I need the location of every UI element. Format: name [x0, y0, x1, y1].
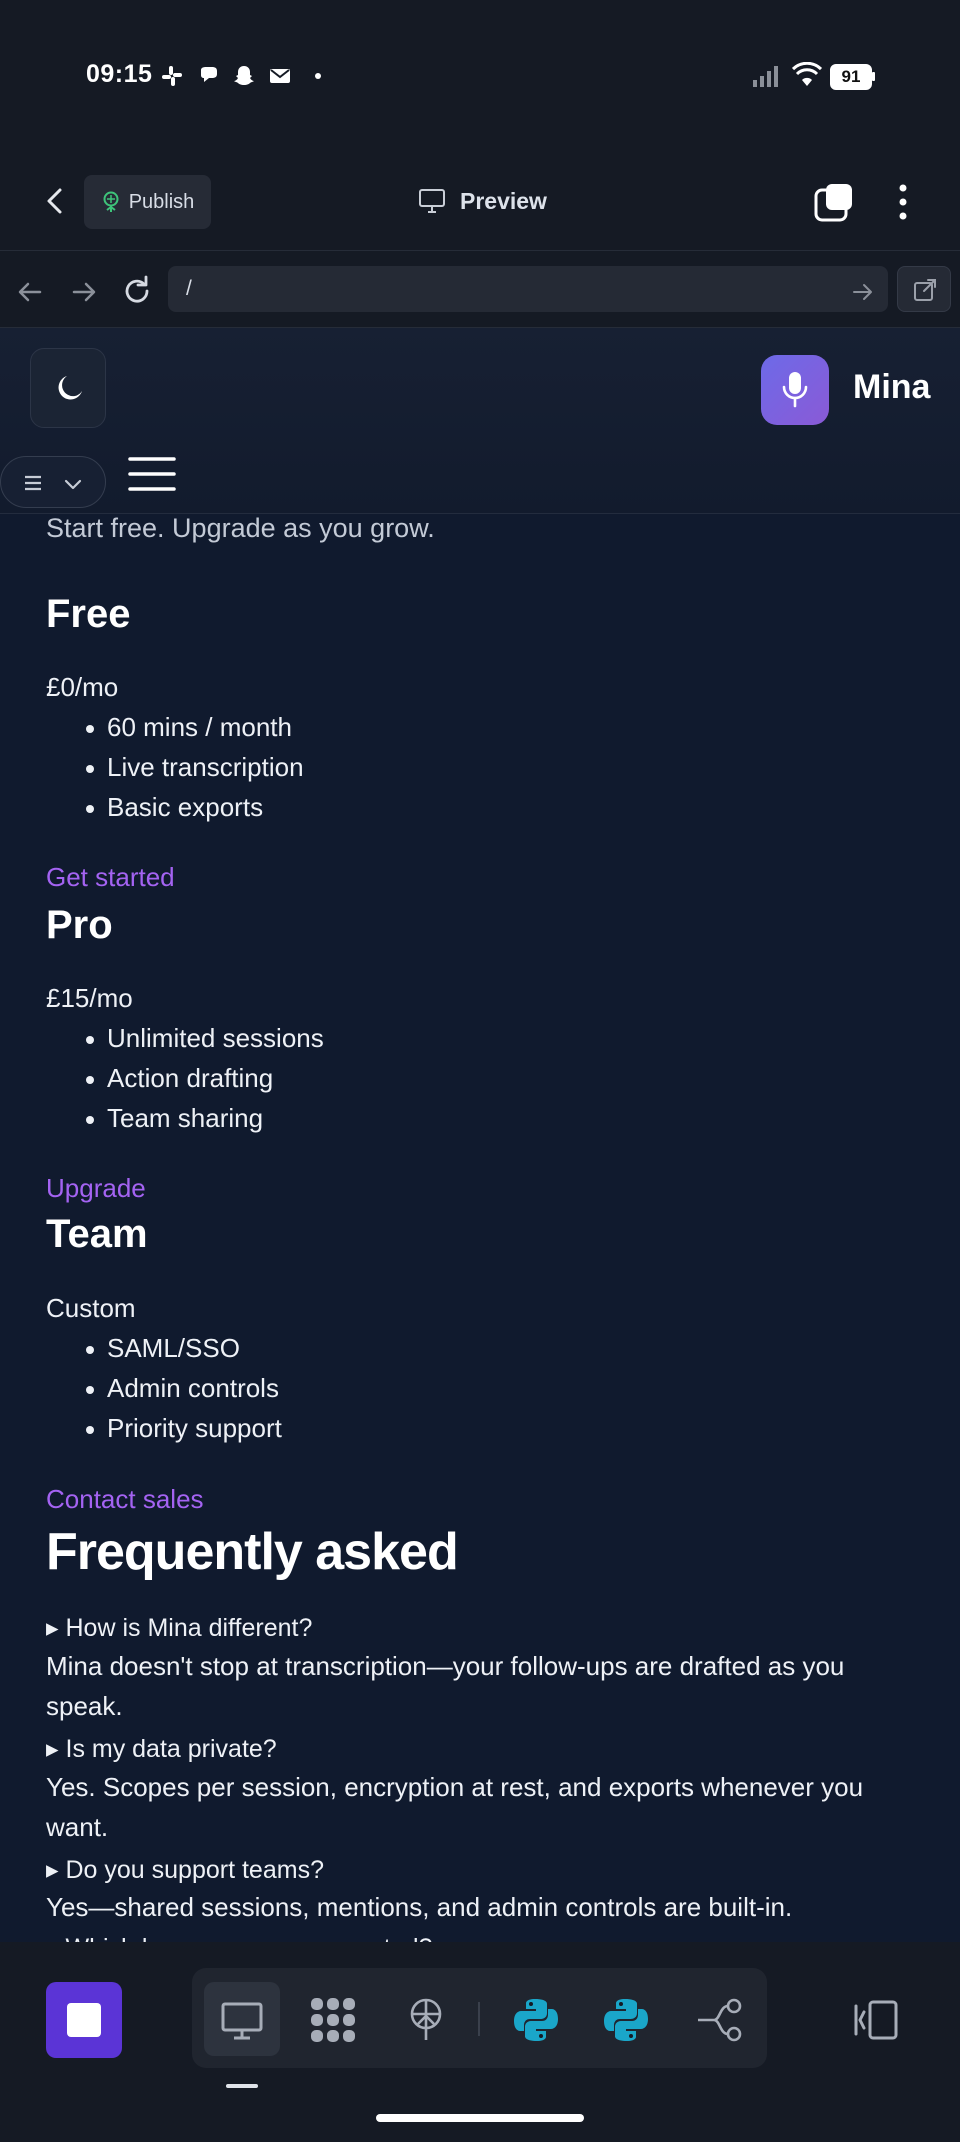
plan-feature: Team sharing	[85, 1103, 264, 1133]
snapchat-icon	[234, 66, 254, 85]
desktop-icon[interactable]	[218, 1996, 266, 2044]
grid-icon[interactable]	[309, 1996, 357, 2044]
faq-question[interactable]: ▸ Is my data private?	[46, 1734, 277, 1764]
wifi-icon	[792, 62, 822, 86]
stop-icon	[67, 2003, 101, 2037]
upgrade-link[interactable]: Upgrade	[46, 1173, 146, 1204]
back-icon[interactable]	[36, 182, 74, 220]
url-input[interactable]	[168, 266, 888, 312]
preview-label: Preview	[460, 187, 547, 214]
open-external-button[interactable]	[897, 266, 951, 312]
chevron-down-icon	[64, 479, 82, 490]
deploy-icon[interactable]	[402, 1996, 450, 2044]
active-tool-indicator	[226, 2084, 258, 2088]
status-time: 09:15	[86, 60, 153, 88]
list-icon	[25, 475, 41, 491]
moon-icon	[58, 376, 82, 400]
plan-price-team: Custom	[46, 1293, 136, 1323]
faq-answer: Yes—shared sessions, mentions, and admin…	[46, 1892, 793, 1922]
dot-icon	[315, 73, 321, 79]
hamburger-menu-icon[interactable]	[128, 456, 176, 492]
nav-back-icon[interactable]	[14, 276, 46, 308]
reload-icon[interactable]	[120, 274, 154, 308]
get-started-link[interactable]: Get started	[46, 862, 175, 893]
tabs-icon[interactable]	[812, 180, 856, 224]
faq-question[interactable]: ▸ How is Mina different?	[46, 1613, 312, 1643]
preview-toggle[interactable]: Preview	[418, 182, 547, 220]
go-arrow-icon[interactable]	[850, 279, 876, 305]
page-content: Start free. Upgrade as you grow. Free £0…	[0, 514, 960, 1942]
home-indicator	[376, 2114, 584, 2122]
toolbar-divider	[478, 2002, 480, 2036]
menu-select[interactable]	[0, 456, 106, 508]
publish-label: Publish	[128, 190, 195, 213]
python-icon[interactable]	[512, 1996, 560, 2044]
slack-icon	[162, 66, 182, 86]
brand-logo	[761, 355, 829, 425]
pricing-tagline: Start free. Upgrade as you grow.	[46, 514, 435, 543]
signal-icon	[753, 66, 778, 87]
faq-answer: Yes. Scopes per session, encryption at r…	[46, 1772, 864, 1842]
monitor-icon	[419, 189, 445, 213]
chat-bubbles-icon	[201, 67, 217, 82]
nav-forward-icon[interactable]	[68, 276, 100, 308]
faq-answer: Mina doesn't stop at transcription—your …	[46, 1651, 845, 1721]
more-options-icon[interactable]	[885, 180, 921, 224]
url-text: /	[186, 277, 192, 300]
plan-feature: Admin controls	[86, 1373, 279, 1403]
connections-icon[interactable]	[696, 1996, 744, 2044]
plan-feature: Action drafting	[85, 1063, 274, 1093]
plan-title-team: Team	[46, 1212, 148, 1256]
plan-feature: Priority support	[86, 1413, 282, 1443]
external-link-icon	[914, 279, 936, 301]
panel-toggle-icon[interactable]	[852, 1996, 900, 2044]
python-icon[interactable]	[602, 1996, 650, 2044]
plan-title-pro: Pro	[46, 903, 113, 947]
plan-feature: 60 mins / month	[86, 712, 292, 742]
plan-feature: Unlimited sessions	[86, 1023, 324, 1053]
plan-feature: SAML/SSO	[86, 1333, 240, 1363]
plan-feature: Live transcription	[86, 752, 304, 782]
publish-icon	[103, 191, 119, 212]
mail-icon	[270, 69, 290, 83]
plan-price-free: £0/mo	[46, 672, 119, 702]
brand-name[interactable]: Mina	[853, 368, 930, 407]
plan-price-pro: £15/mo	[46, 983, 133, 1013]
plan-title-free: Free	[46, 592, 131, 636]
microphone-icon	[782, 372, 808, 408]
faq-heading: Frequently asked	[46, 1523, 459, 1581]
theme-toggle-button[interactable]	[30, 348, 106, 428]
contact-sales-link[interactable]: Contact sales	[46, 1484, 204, 1515]
plan-feature: Basic exports	[85, 792, 264, 822]
battery-tip	[872, 72, 875, 81]
faq-question[interactable]: ▸ Which languages are supported?	[46, 1933, 432, 1942]
battery-indicator: 91	[830, 64, 872, 90]
faq-question[interactable]: ▸ Do you support teams?	[46, 1855, 324, 1885]
publish-button[interactable]: Publish	[84, 175, 211, 229]
